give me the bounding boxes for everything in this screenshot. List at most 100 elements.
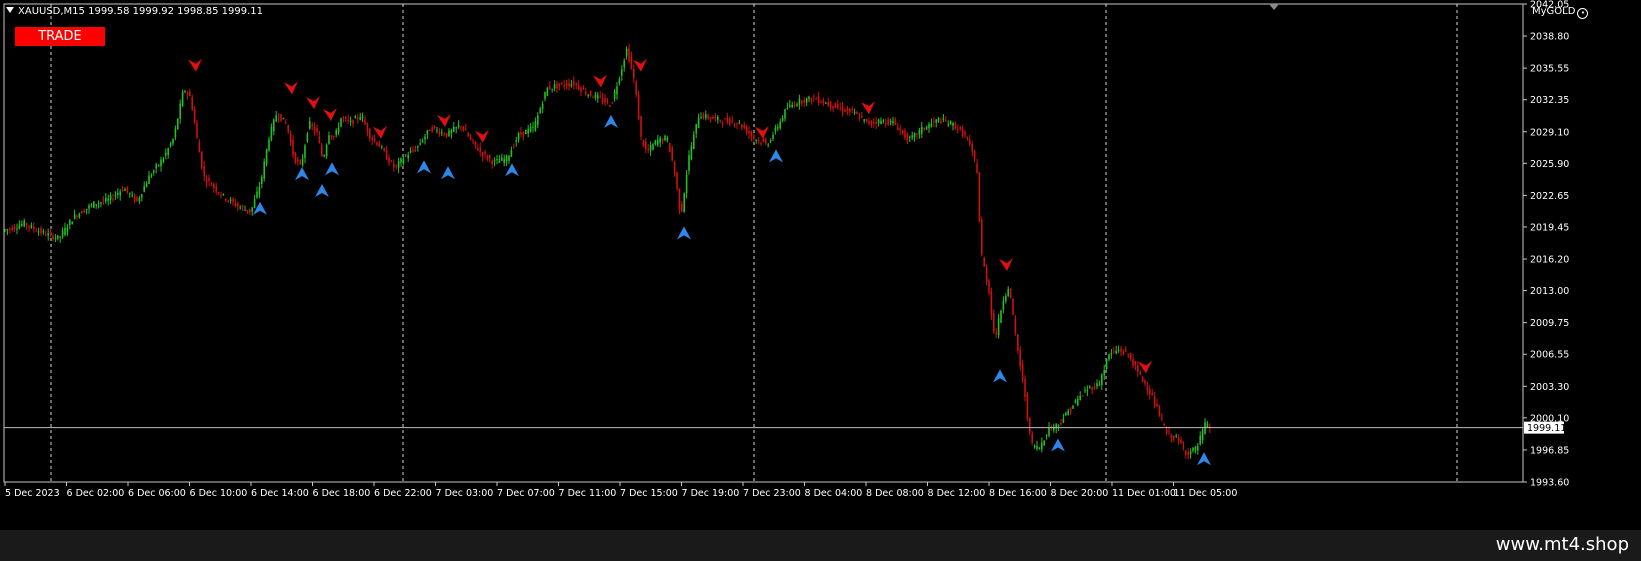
candle-body-bull bbox=[930, 123, 933, 128]
candle-body-bear bbox=[133, 194, 136, 202]
candle-body-bear bbox=[1182, 446, 1185, 448]
x-tick-label: 7 Dec 23:00 bbox=[743, 488, 801, 499]
sell-signal-arrow bbox=[593, 74, 607, 88]
candle-body-bull bbox=[805, 98, 808, 103]
candle-body-bear bbox=[366, 123, 369, 132]
candle-body-bear bbox=[1081, 395, 1084, 397]
candle-body-bull bbox=[755, 139, 757, 141]
candle-body-bear bbox=[234, 203, 237, 206]
candle-body-bull bbox=[141, 194, 143, 198]
candle-body-bull bbox=[529, 127, 532, 132]
candle-body-bear bbox=[829, 101, 832, 108]
candle-body-bear bbox=[940, 121, 942, 124]
candle-body-bull bbox=[42, 231, 45, 233]
candle-body-bear bbox=[887, 119, 889, 125]
candle-body-bull bbox=[114, 195, 117, 197]
candle-body-bear bbox=[208, 177, 210, 181]
trade-button[interactable]: TRADE bbox=[15, 27, 105, 46]
chart-window[interactable]: 2042.05 2038.80 2035.55 2032.35 2029.10 2025.… bbox=[0, 0, 1641, 561]
candle-body-bull bbox=[1005, 295, 1007, 302]
y-tick-label: 2035.55 bbox=[1530, 64, 1569, 75]
candle-body-bear bbox=[966, 137, 969, 139]
y-tick-label: 2029.10 bbox=[1530, 127, 1569, 138]
candle-body-bear bbox=[748, 130, 750, 134]
candle-body-bull bbox=[239, 207, 241, 209]
candle-body-bear bbox=[961, 128, 964, 137]
candle-body-bear bbox=[1156, 403, 1158, 407]
candle-body-bear bbox=[213, 183, 215, 188]
candle-body-bear bbox=[1021, 364, 1024, 379]
candle-body-bear bbox=[712, 116, 714, 119]
candle-body-bear bbox=[731, 120, 733, 122]
candle-body-bear bbox=[741, 124, 743, 128]
candle-body-bear bbox=[577, 85, 580, 90]
candle-body-bear bbox=[479, 147, 481, 152]
candle-body-bear bbox=[1127, 353, 1129, 355]
candle-body-bear bbox=[801, 100, 803, 104]
candle-body-bull bbox=[717, 116, 719, 120]
sell-signal-arrow bbox=[633, 58, 647, 72]
candle-body-bull bbox=[779, 121, 781, 129]
y-tick-label: 2025.90 bbox=[1530, 159, 1569, 170]
x-tick-label: 8 Dec 12:00 bbox=[928, 488, 986, 499]
candle-body-bull bbox=[597, 95, 599, 99]
x-tick-label: 11 Dec 05:00 bbox=[1174, 488, 1238, 499]
candle-body-bear bbox=[757, 139, 760, 141]
candle-body-bull bbox=[825, 102, 827, 104]
candle-body-bull bbox=[594, 94, 597, 98]
candle-body-bear bbox=[491, 160, 493, 164]
buy-signal-arrow bbox=[441, 166, 455, 180]
candle-body-bear bbox=[126, 186, 129, 192]
candle-body-bear bbox=[225, 198, 227, 201]
candle-body-bear bbox=[954, 123, 957, 129]
candle-body-bull bbox=[174, 128, 177, 138]
candle-body-bull bbox=[90, 204, 93, 206]
candle-body-bear bbox=[292, 139, 294, 155]
candle-body-bull bbox=[407, 155, 409, 159]
candle-body-bull bbox=[1089, 386, 1091, 388]
candle-body-bull bbox=[323, 155, 325, 157]
candle-body-bear bbox=[102, 200, 105, 202]
candle-body-bear bbox=[832, 106, 834, 109]
candle-body-bull bbox=[738, 122, 741, 124]
candle-body-bull bbox=[419, 143, 421, 145]
candle-body-bear bbox=[465, 128, 467, 131]
candle-body-bull bbox=[952, 122, 954, 126]
y-tick-label: 1993.60 bbox=[1530, 478, 1569, 489]
candle-body-bull bbox=[1199, 435, 1201, 445]
candle-body-bear bbox=[916, 133, 918, 135]
candle-body-bull bbox=[501, 157, 503, 161]
candle-body-bull bbox=[911, 135, 913, 138]
candle-body-bull bbox=[167, 148, 169, 155]
candle-body-bear bbox=[945, 120, 947, 122]
candle-body-bull bbox=[527, 128, 529, 134]
candle-body-bear bbox=[330, 135, 333, 137]
candle-body-bull bbox=[54, 237, 57, 239]
candle-body-bear bbox=[580, 87, 582, 92]
buy-signal-arrow bbox=[417, 160, 431, 174]
candle-body-bull bbox=[265, 149, 268, 165]
candle-body-bear bbox=[647, 149, 649, 151]
candle-body-bull bbox=[455, 127, 457, 129]
candle-body-bull bbox=[1036, 445, 1038, 449]
candle-body-bull bbox=[623, 60, 625, 68]
candle-body-bull bbox=[268, 139, 270, 151]
candle-body-bull bbox=[616, 86, 618, 95]
price-chart[interactable]: 2042.052038.802035.552032.352029.102025.… bbox=[0, 0, 1641, 561]
candle-body-bear bbox=[395, 165, 397, 167]
candle-body-bear bbox=[988, 280, 990, 294]
candle-body-bear bbox=[246, 209, 249, 212]
candle-body-bear bbox=[568, 83, 570, 87]
candle-body-bear bbox=[575, 83, 577, 86]
candle-body-bull bbox=[1038, 447, 1041, 449]
candle-body-bull bbox=[937, 118, 940, 122]
candle-body-bear bbox=[289, 134, 292, 143]
dropdown-triangle-icon[interactable] bbox=[6, 7, 14, 13]
candle-body-bull bbox=[1115, 350, 1117, 354]
candle-body-bear bbox=[49, 232, 52, 234]
candle-body-bear bbox=[249, 208, 251, 213]
candle-body-bear bbox=[959, 126, 961, 129]
candle-body-bear bbox=[513, 147, 515, 149]
candle-body-bear bbox=[923, 127, 925, 130]
candle-body-bear bbox=[1091, 387, 1093, 390]
